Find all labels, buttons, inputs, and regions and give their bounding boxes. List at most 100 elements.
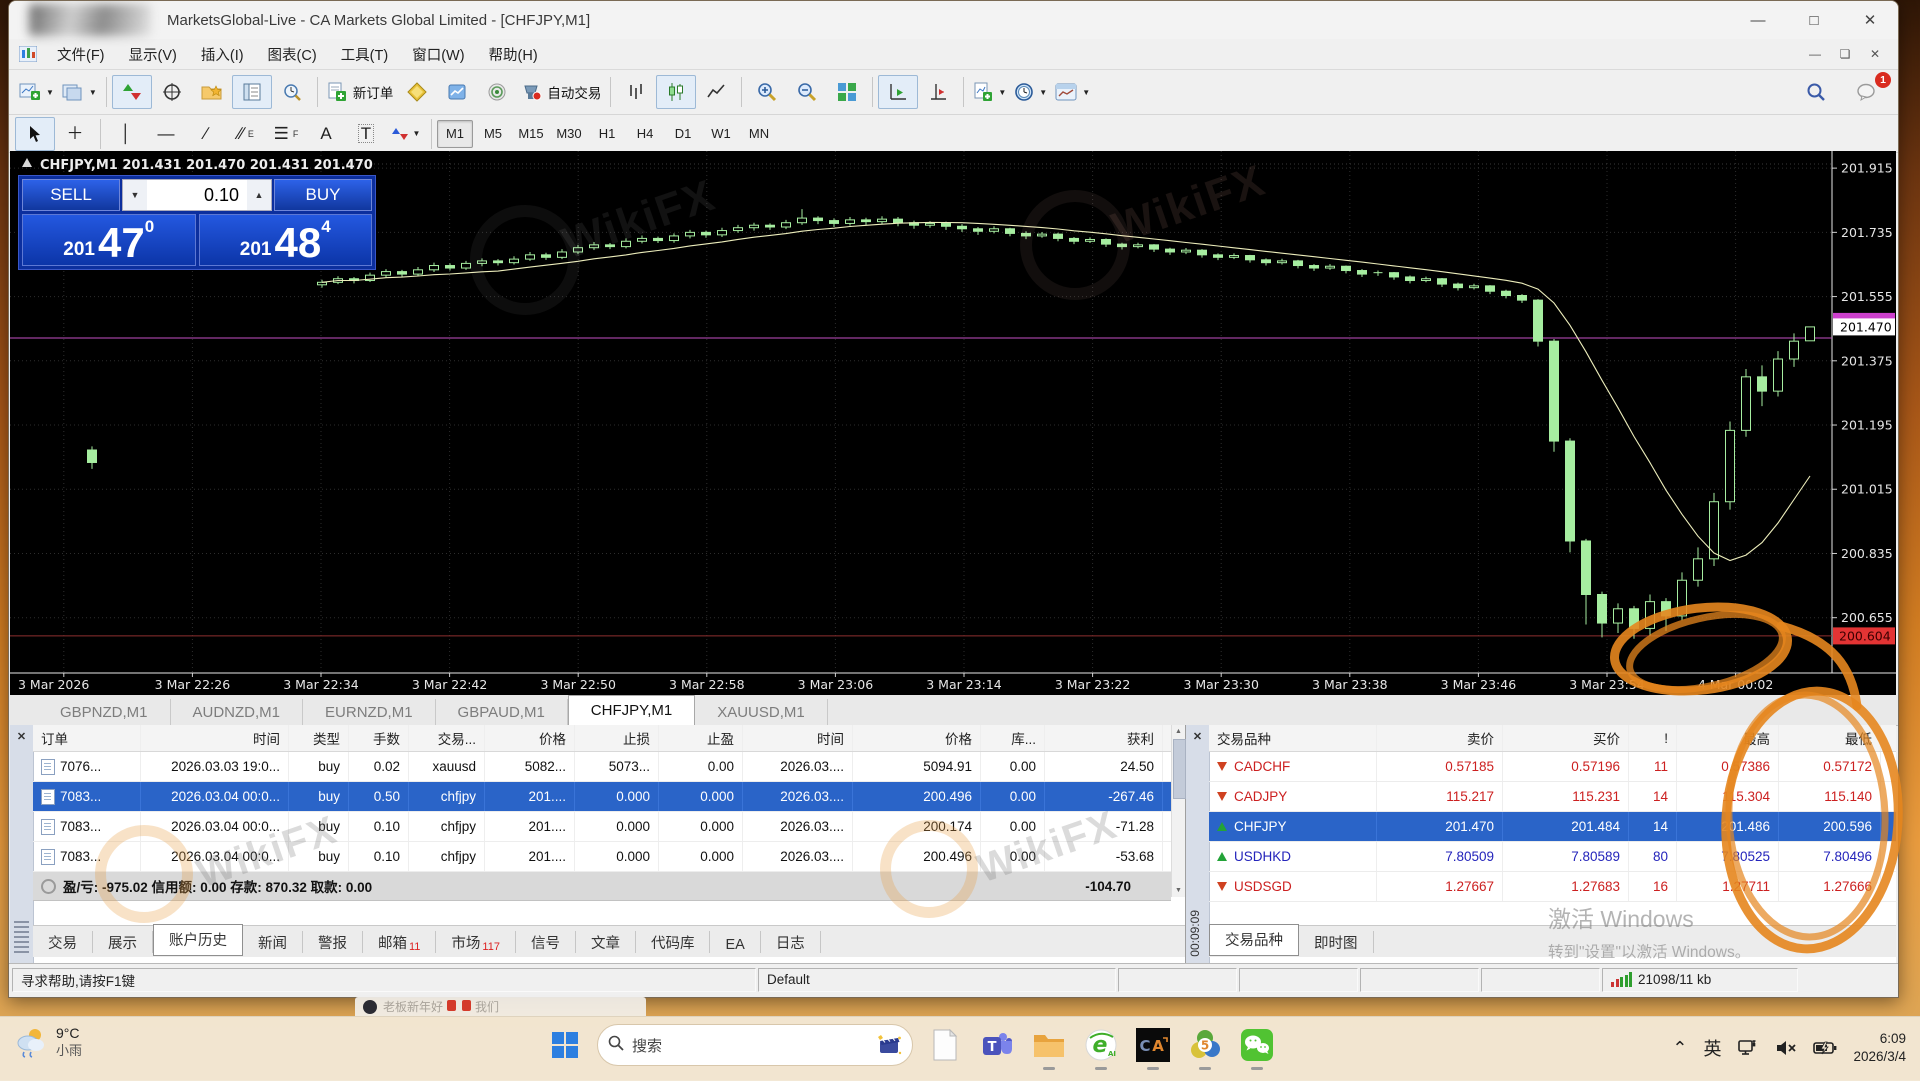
chart-tab-gbpnzd[interactable]: GBPNZD,M1	[38, 699, 171, 725]
label-tool[interactable]: T	[346, 117, 386, 151]
indicators-button[interactable]: ▼	[969, 75, 1010, 109]
market-watch-close-icon[interactable]: ✕	[1190, 729, 1205, 744]
market-watch-column-header[interactable]: 最高	[1677, 725, 1779, 751]
chart-tab-audnzd[interactable]: AUDNZD,M1	[171, 699, 304, 725]
terminal-column-header[interactable]: 时间	[743, 725, 853, 751]
menu-item-4[interactable]: 图表(C)	[256, 48, 329, 64]
cursor-tool[interactable]	[15, 117, 55, 151]
buy-price[interactable]: 201 48 4	[199, 214, 373, 266]
new-chart-button[interactable]: ▼	[15, 75, 58, 109]
chart-area[interactable]: 201.915201.735201.555201.375201.195201.0…	[10, 151, 1896, 695]
profiles-button[interactable]: ▼	[58, 75, 101, 109]
terminal-toggle[interactable]	[232, 75, 272, 109]
terminal-column-header[interactable]: 手数	[349, 725, 409, 751]
channel-tool[interactable]: ∕∕E	[226, 117, 266, 151]
taskbar-app-teams[interactable]: T	[977, 1025, 1017, 1065]
ime-indicator[interactable]: 英	[1703, 1035, 1721, 1061]
chart-tab-xauusd[interactable]: XAUUSD,M1	[695, 699, 828, 725]
hidden-icons-chevron[interactable]: ⌃	[1672, 1038, 1687, 1059]
terminal-tab-文章[interactable]: 文章	[576, 931, 636, 953]
taskbar-app-explorer[interactable]	[1029, 1025, 1069, 1065]
weather-widget[interactable]: 9°C 小雨	[14, 1025, 82, 1059]
table-row[interactable]: 7083...2026.03.04 00:0...buy0.50chfjpy20…	[33, 782, 1171, 812]
tile-windows-button[interactable]	[827, 75, 867, 109]
terminal-tab-邮箱[interactable]: 邮箱11	[363, 931, 436, 953]
search-button[interactable]	[1796, 75, 1836, 109]
bar-chart-button[interactable]	[616, 75, 656, 109]
scroll-down-icon[interactable]: ▼	[1172, 884, 1185, 897]
candlestick-chart-button[interactable]	[656, 75, 696, 109]
lot-increase-button[interactable]: ▲	[247, 180, 271, 210]
terminal-column-header[interactable]: 止盈	[659, 725, 743, 751]
terminal-column-header[interactable]: 订单	[33, 725, 141, 751]
new-order-button[interactable]: 新订单	[323, 75, 398, 109]
timeframe-m15[interactable]: M15	[513, 120, 549, 148]
data-window-button[interactable]	[152, 75, 192, 109]
timeframe-w1[interactable]: W1	[703, 120, 739, 148]
background-window-peek[interactable]: 老板新年好 我们	[355, 997, 646, 1016]
taskbar-app-wechat[interactable]	[1237, 1025, 1277, 1065]
symbol-row-usdsgd[interactable]: USDSGD1.276671.27683161.277111.27666	[1209, 872, 1896, 902]
signals-button[interactable]	[477, 75, 517, 109]
menu-item-7[interactable]: 帮助(H)	[477, 48, 550, 64]
battery-icon[interactable]	[1813, 1038, 1837, 1058]
zoom-out-button[interactable]	[787, 75, 827, 109]
terminal-tab-账户历史[interactable]: 账户历史	[153, 924, 243, 956]
market-watch-tab-symbols[interactable]: 交易品种	[1209, 924, 1299, 956]
market-watch-toggle[interactable]	[112, 75, 152, 109]
terminal-close-icon[interactable]: ✕	[14, 729, 29, 744]
network-icon[interactable]	[1737, 1038, 1759, 1058]
market-watch-column-header[interactable]: 卖价	[1377, 725, 1503, 751]
clock-widget[interactable]: 6:09 2026/3/4	[1853, 1030, 1906, 1065]
terminal-column-header[interactable]: 价格	[485, 725, 575, 751]
volume-muted-icon[interactable]	[1775, 1038, 1797, 1058]
search-bar[interactable]: 搜索	[597, 1024, 913, 1066]
symbol-row-cadchf[interactable]: CADCHF0.571850.57196110.573860.57172	[1209, 752, 1896, 782]
chart-tab-eurnzd[interactable]: EURNZD,M1	[303, 699, 436, 725]
market-watch-tab-tick-chart[interactable]: 即时图	[1299, 931, 1374, 953]
terminal-grip[interactable]	[14, 921, 29, 955]
menu-item-2[interactable]: 显示(V)	[117, 48, 189, 64]
arrows-tool[interactable]: ▼	[386, 117, 426, 151]
terminal-column-header[interactable]: 交易...	[409, 725, 485, 751]
table-row[interactable]: 7076...2026.03.03 19:0...buy0.02xauusd50…	[33, 752, 1171, 782]
taskbar-app-notepad[interactable]	[925, 1025, 965, 1065]
market-watch-column-header[interactable]: 最低	[1779, 725, 1881, 751]
sell-button[interactable]: SELL	[22, 179, 120, 211]
start-button[interactable]	[545, 1025, 585, 1065]
publish-button[interactable]	[437, 75, 477, 109]
mdi-restore-button[interactable]: ❏	[1830, 43, 1860, 65]
scrollbar-thumb[interactable]	[1173, 739, 1186, 799]
taskbar-app-ca-markets[interactable]: C A	[1133, 1025, 1173, 1065]
close-button[interactable]: ✕	[1842, 1, 1898, 39]
terminal-tab-信号[interactable]: 信号	[516, 931, 576, 953]
menu-item-1[interactable]: 文件(F)	[45, 48, 117, 64]
taskbar-app-browser[interactable]: e AI	[1081, 1025, 1121, 1065]
lot-size-input[interactable]: 0.10	[147, 180, 247, 210]
terminal-tab-警报[interactable]: 警报	[303, 931, 363, 953]
terminal-tab-新闻[interactable]: 新闻	[243, 931, 303, 953]
timeframe-mn[interactable]: MN	[741, 120, 777, 148]
strategy-tester-button[interactable]	[272, 75, 312, 109]
chart-shift-button[interactable]	[918, 75, 958, 109]
menu-item-3[interactable]: 插入(I)	[189, 48, 256, 64]
table-row[interactable]: 7083...2026.03.04 00:0...buy0.10chfjpy20…	[33, 842, 1171, 872]
timeframe-h1[interactable]: H1	[589, 120, 625, 148]
text-tool[interactable]: A	[306, 117, 346, 151]
timeframe-d1[interactable]: D1	[665, 120, 701, 148]
symbol-row-chfjpy[interactable]: CHFJPY201.470201.48414201.486200.596	[1209, 812, 1896, 842]
timeframe-h4[interactable]: H4	[627, 120, 663, 148]
terminal-column-header[interactable]: 时间	[141, 725, 289, 751]
terminal-column-header[interactable]: 库...	[981, 725, 1045, 751]
auto-scroll-button[interactable]	[878, 75, 918, 109]
chart-tab-gbpaud[interactable]: GBPAUD,M1	[436, 699, 568, 725]
terminal-scrollbar[interactable]: ▲ ▼	[1171, 725, 1185, 897]
hline-tool[interactable]: —	[146, 117, 186, 151]
terminal-column-header[interactable]: 止损	[575, 725, 659, 751]
buy-button[interactable]: BUY	[274, 179, 372, 211]
line-chart-button[interactable]	[696, 75, 736, 109]
zoom-in-button[interactable]	[747, 75, 787, 109]
menu-item-5[interactable]: 工具(T)	[329, 48, 401, 64]
autotrading-button[interactable]: 自动交易	[517, 75, 605, 109]
scroll-up-icon[interactable]: ▲	[1172, 725, 1185, 738]
